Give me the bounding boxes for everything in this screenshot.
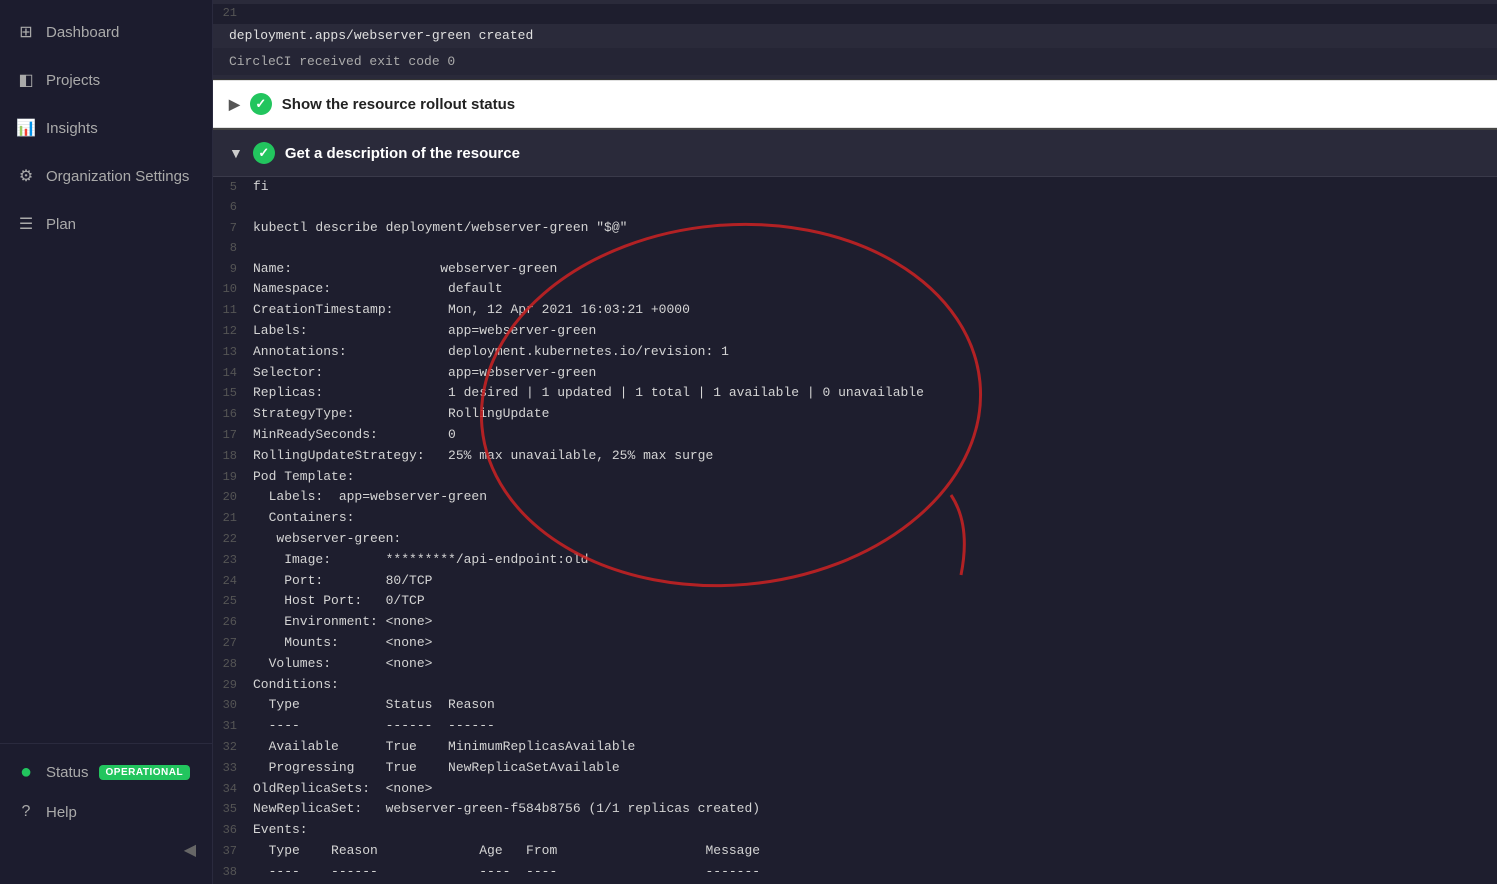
code-line-23: 23 Image: *********/api-endpoint:old <box>213 550 1497 571</box>
sidebar-item-dashboard[interactable]: ⊞ Dashboard <box>0 8 212 56</box>
code-line-18: 18RollingUpdateStrategy: 25% max unavail… <box>213 446 1497 467</box>
code-line-26: 26 Environment: <none> <box>213 612 1497 633</box>
code-line-17: 17MinReadySeconds: 0 <box>213 425 1497 446</box>
help-item[interactable]: ? Help <box>0 792 212 832</box>
plan-icon: ☰ <box>16 214 36 234</box>
code-line-7: 7kubectl describe deployment/webserver-g… <box>213 218 1497 239</box>
dashboard-icon: ⊞ <box>16 22 36 42</box>
code-line-9: 9Name: webserver-green <box>213 259 1497 280</box>
code-line-12: 12Labels: app=webserver-green <box>213 321 1497 342</box>
top-code-block: 21 <box>213 4 1497 24</box>
sidebar-bottom: ● Status OPERATIONAL ? Help ◀ <box>0 743 212 884</box>
code-line-19: 19Pod Template: <box>213 467 1497 488</box>
sidebar-item-plan[interactable]: ☰ Plan <box>0 200 212 248</box>
sidebar-item-projects[interactable]: ◧ Projects <box>0 56 212 104</box>
code-line-20: 20 Labels: app=webserver-green <box>213 487 1497 508</box>
status-dot-icon: ● <box>16 762 36 782</box>
rollout-chevron-icon: ▶ <box>229 96 240 113</box>
projects-icon: ◧ <box>16 70 36 90</box>
code-line-16: 16StrategyType: RollingUpdate <box>213 404 1497 425</box>
sidebar-item-label: Insights <box>46 120 98 137</box>
code-line-11: 11CreationTimestamp: Mon, 12 Apr 2021 16… <box>213 300 1497 321</box>
code-line-28: 28 Volumes: <none> <box>213 654 1497 675</box>
code-line-partial-21: 21 <box>213 4 1497 24</box>
code-line-37: 37 Type Reason Age From Message <box>213 841 1497 862</box>
sidebar-item-org-settings[interactable]: ⚙ Organization Settings <box>0 152 212 200</box>
code-line-32: 32 Available True MinimumReplicasAvailab… <box>213 737 1497 758</box>
code-line-21: 21 Containers: <box>213 508 1497 529</box>
status-badge: OPERATIONAL <box>99 765 191 780</box>
code-line-22: 22 webserver-green: <box>213 529 1497 550</box>
sidebar-collapse-button[interactable]: ◀ <box>0 832 212 868</box>
code-line-29: 29Conditions: <box>213 675 1497 696</box>
status-label: Status <box>46 764 89 781</box>
sidebar-nav: ⊞ Dashboard ◧ Projects 📊 Insights ⚙ Orga… <box>0 0 212 743</box>
sidebar-item-label: Organization Settings <box>46 168 189 185</box>
code-line-14: 14Selector: app=webserver-green <box>213 363 1497 384</box>
insights-icon: 📊 <box>16 118 36 138</box>
sidebar-item-insights[interactable]: 📊 Insights <box>0 104 212 152</box>
main-content: 21 deployment.apps/webserver-green creat… <box>213 0 1497 884</box>
code-line-31: 31 ---- ------ ------ <box>213 716 1497 737</box>
sidebar-item-label: Dashboard <box>46 24 119 41</box>
describe-chevron-icon: ▼ <box>229 145 243 161</box>
code-line-25: 25 Host Port: 0/TCP <box>213 591 1497 612</box>
code-line-10: 10Namespace: default <box>213 279 1497 300</box>
sidebar-item-label: Projects <box>46 72 100 89</box>
exit-code-top: CircleCI received exit code 0 <box>213 48 1497 76</box>
top-output-section: 21 deployment.apps/webserver-green creat… <box>213 0 1497 80</box>
rollout-step-title: Show the resource rollout status <box>282 96 515 113</box>
code-line-35: 35NewReplicaSet: webserver-green-f584b87… <box>213 799 1497 820</box>
sidebar: ⊞ Dashboard ◧ Projects 📊 Insights ⚙ Orga… <box>0 0 213 884</box>
code-line-36: 36Events: <box>213 820 1497 841</box>
status-item[interactable]: ● Status OPERATIONAL <box>0 752 212 792</box>
step-rollout-header[interactable]: ▶ Show the resource rollout status <box>213 80 1497 128</box>
code-line-15: 15Replicas: 1 desired | 1 updated | 1 to… <box>213 383 1497 404</box>
collapse-icon: ◀ <box>184 840 196 860</box>
code-line-33: 33 Progressing True NewReplicaSetAvailab… <box>213 758 1497 779</box>
help-label: Help <box>46 804 77 821</box>
describe-step-title: Get a description of the resource <box>285 145 520 162</box>
code-lines-container: 5fi67kubectl describe deployment/webserv… <box>213 177 1497 884</box>
step-describe-header[interactable]: ▼ Get a description of the resource <box>213 128 1497 177</box>
describe-success-icon <box>253 142 275 164</box>
deployment-created-line: deployment.apps/webserver-green created <box>213 24 1497 48</box>
code-line-38: 38 ---- ------ ---- ---- ------- <box>213 862 1497 883</box>
step-describe-section: ▼ Get a description of the resource 5fi6… <box>213 128 1497 884</box>
code-line-5: 5fi <box>213 177 1497 198</box>
help-icon: ? <box>16 802 36 822</box>
code-line-27: 27 Mounts: <none> <box>213 633 1497 654</box>
code-line-8: 8 <box>213 239 1497 259</box>
org-settings-icon: ⚙ <box>16 166 36 186</box>
code-line-24: 24 Port: 80/TCP <box>213 571 1497 592</box>
code-line-30: 30 Type Status Reason <box>213 695 1497 716</box>
code-line-6: 6 <box>213 198 1497 218</box>
code-line-34: 34OldReplicaSets: <none> <box>213 779 1497 800</box>
describe-code-block: 5fi67kubectl describe deployment/webserv… <box>213 177 1497 884</box>
rollout-success-icon <box>250 93 272 115</box>
code-line-13: 13Annotations: deployment.kubernetes.io/… <box>213 342 1497 363</box>
sidebar-item-label: Plan <box>46 216 76 233</box>
